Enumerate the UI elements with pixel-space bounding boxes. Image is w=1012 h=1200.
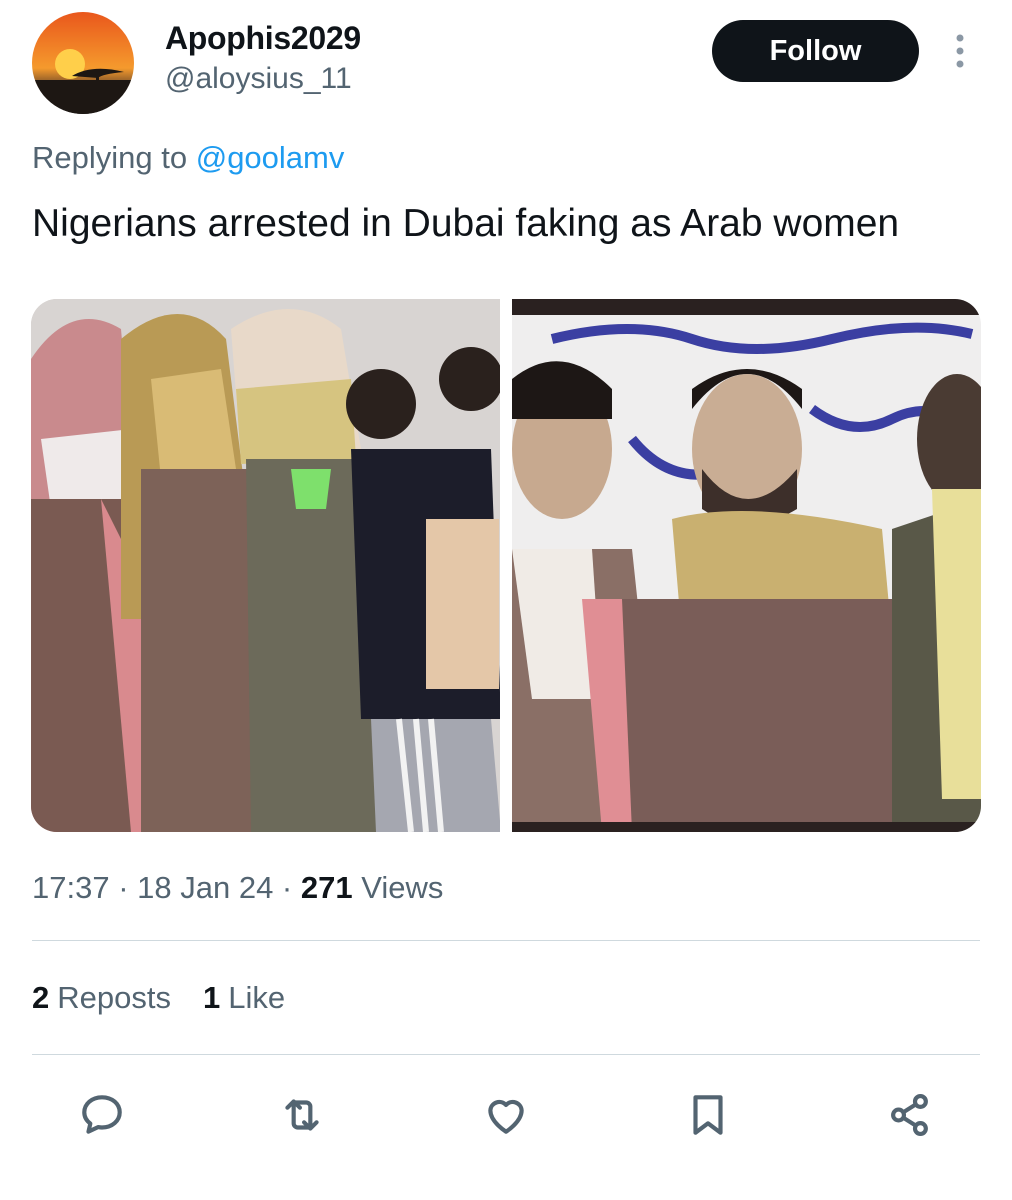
photo-left[interactable] [31,299,500,832]
reposts-count: 2 [32,980,50,1015]
like-button[interactable] [476,1085,536,1145]
tweet-time[interactable]: 17:37 [32,870,110,905]
reply-bubble-icon [82,1095,122,1134]
reply-button[interactable] [72,1085,132,1145]
tweet-date[interactable]: 18 Jan 24 [137,870,273,905]
photo-right[interactable] [512,299,981,832]
tweet-text: Nigerians arrested in Dubai faking as Ar… [32,202,900,245]
bookmark-button[interactable] [678,1085,738,1145]
meta-separator: · [109,870,138,905]
views-count: 271 [300,870,353,905]
sunset-acacia-avatar-icon [32,12,134,114]
engagement-stats: 2 Reposts 1 Like [32,980,285,1016]
replying-to: Replying to @goolamv [32,140,344,176]
action-bar [0,1085,1012,1155]
reply-mention-link[interactable]: @goolamv [196,140,345,175]
divider [32,1054,980,1055]
share-icon [891,1093,928,1137]
divider [32,940,980,941]
follow-button[interactable]: Follow [712,20,919,82]
tweet-card: Apophis2029 @aloysius_11 Follow Replying… [0,0,1012,1200]
avatar[interactable] [32,12,134,114]
bookmark-icon [693,1095,723,1135]
media-grid [31,299,981,832]
reposts-stat[interactable]: 2 Reposts [32,980,171,1016]
heart-icon [488,1099,524,1134]
likes-stat[interactable]: 1 Like [203,980,285,1016]
likes-label: Like [228,980,286,1015]
photo-right-image [512,299,981,832]
user-handle[interactable]: @aloysius_11 [165,62,352,96]
likes-count: 1 [202,980,221,1015]
repost-icon [285,1099,319,1131]
vertical-ellipsis-icon[interactable] [950,32,970,72]
photo-left-image [31,299,500,832]
meta-separator: · [273,870,301,905]
repost-button[interactable] [272,1085,332,1145]
views-label: Views [352,870,444,905]
share-button[interactable] [880,1085,940,1145]
display-name[interactable]: Apophis2029 [165,20,361,57]
tweet-meta: 17:37 · 18 Jan 24 · 271 Views [32,870,443,906]
reposts-label: Reposts [57,980,171,1015]
replying-prefix: Replying to [32,140,196,175]
